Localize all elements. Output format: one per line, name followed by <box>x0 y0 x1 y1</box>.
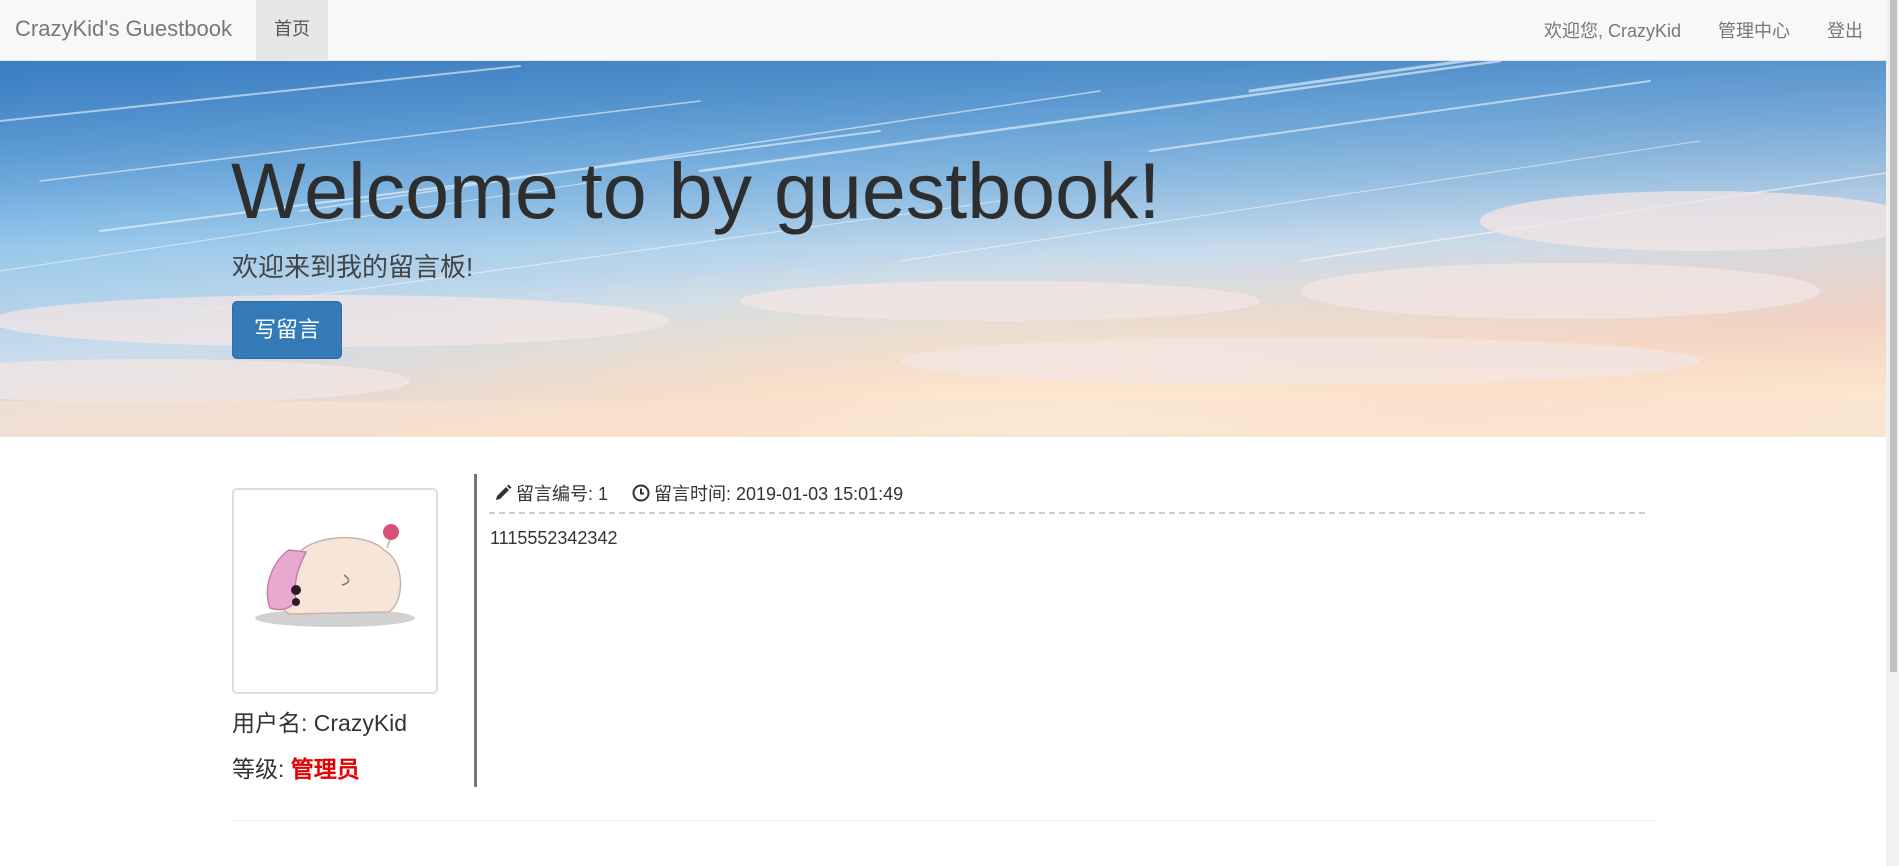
message-time: 留言时间: 2019-01-03 15:01:49 <box>654 484 904 504</box>
navbar: CrazyKid's Guestbook 首页 欢迎您, CrazyKid 管理… <box>0 0 1899 61</box>
author-role: 等级: 管理员 <box>232 750 360 784</box>
welcome-subtitle: 欢迎来到我的留言板! <box>232 252 474 282</box>
author-role-prefix: 等级: <box>232 756 291 782</box>
message-id: 留言编号: 1 <box>516 484 609 504</box>
jumbotron: Welcome to by guestbook! 欢迎来到我的留言板! 写留言 <box>0 61 1899 437</box>
message-bottom-rule <box>232 820 1656 821</box>
message-meta: 留言编号: 1 留言时间: 2019-01-03 15:01:49 <box>494 480 903 506</box>
author-role-value: 管理员 <box>290 756 360 782</box>
nav-logout[interactable]: 登出 <box>1827 17 1863 43</box>
nav-home[interactable]: 首页 <box>256 0 328 60</box>
nav-welcome-user[interactable]: 欢迎您, CrazyKid <box>1544 17 1681 43</box>
user-avatar <box>232 488 438 694</box>
clock-icon <box>632 484 650 502</box>
welcome-title: Welcome to by guestbook! <box>231 146 1161 235</box>
page-scrollbar[interactable] <box>1886 0 1899 866</box>
pencil-icon <box>494 484 512 502</box>
message-content: 1115552342342 <box>490 528 618 548</box>
message-divider <box>474 474 477 787</box>
scrollbar-thumb[interactable] <box>1890 0 1897 672</box>
nav-admin-center[interactable]: 管理中心 <box>1718 17 1790 43</box>
author-username: 用户名: CrazyKid <box>232 710 408 736</box>
write-message-button[interactable]: 写留言 <box>232 301 342 359</box>
navbar-brand[interactable]: CrazyKid's Guestbook <box>15 0 232 61</box>
avatar-image <box>255 524 415 627</box>
meta-separator <box>489 512 1645 514</box>
navbar-right: 欢迎您, CrazyKid 管理中心 登出 <box>1507 0 1863 60</box>
